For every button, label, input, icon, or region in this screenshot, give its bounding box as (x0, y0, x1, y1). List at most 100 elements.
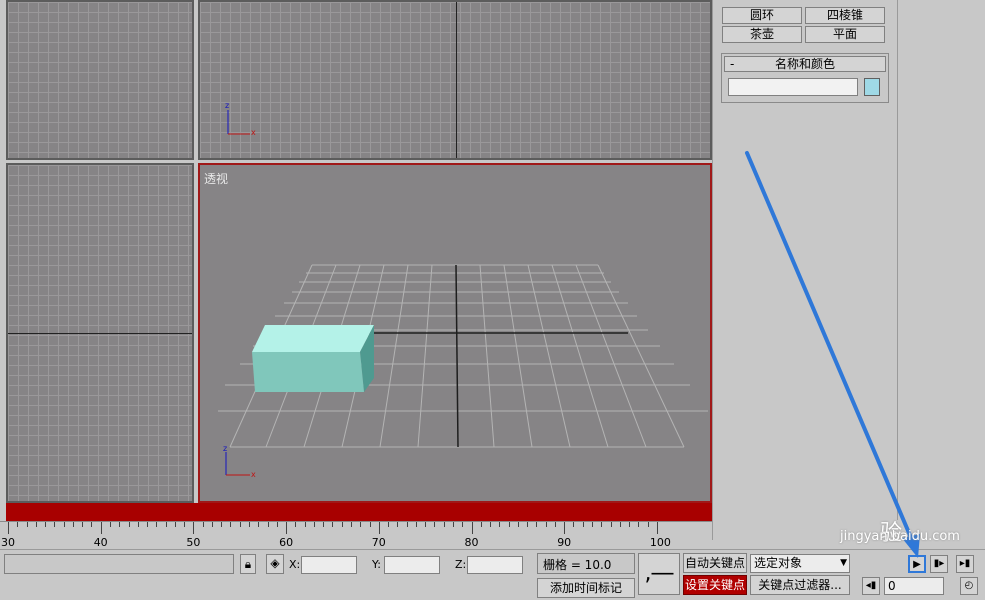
torus-button[interactable]: 圆环 (722, 7, 802, 24)
add-time-tag-button[interactable]: 添加时间标记 (537, 578, 635, 598)
trackbar-major-tick (378, 522, 380, 534)
axis-gizmo: z x (225, 101, 256, 137)
trackbar-minor-tick (156, 522, 158, 527)
trackbar-minor-tick (425, 522, 427, 527)
svg-text:z: z (223, 444, 227, 453)
selection-set-value: 选定对象 (754, 556, 803, 570)
trackbar-minor-tick (406, 522, 408, 527)
viewport-left[interactable] (6, 163, 194, 503)
viewport-center-axis (8, 333, 192, 334)
trackbar-major-tick (100, 522, 102, 534)
current-frame-field[interactable]: 0 (884, 577, 944, 595)
trackbar-major-tick (8, 522, 9, 534)
grid-readout: 栅格 = 10.0 (537, 553, 635, 574)
z-label: Z: (455, 558, 467, 571)
time-slider[interactable] (6, 503, 712, 521)
trackbar-minor-tick (165, 522, 167, 527)
box-object (252, 325, 374, 392)
current-frame-value: 0 (888, 579, 896, 593)
trackbar-minor-tick (341, 522, 343, 527)
trackbar-minor-tick (54, 522, 56, 527)
key-filters-button[interactable]: 关键点过滤器... (750, 575, 850, 595)
trackbar-minor-tick (45, 522, 47, 527)
y-coordinate-field[interactable] (384, 556, 440, 574)
trackbar-tick-label: 90 (557, 536, 572, 549)
object-color-swatch[interactable] (864, 78, 880, 96)
next-frame-button[interactable]: ▮▸ (930, 555, 948, 573)
trackbar-major-tick (286, 522, 288, 534)
trackbar-minor-tick (109, 522, 111, 527)
svg-text:x: x (251, 128, 256, 137)
trackbar-minor-tick (221, 522, 223, 527)
rollout-toggle[interactable]: - (730, 57, 734, 71)
trackbar-minor-tick (508, 522, 510, 527)
trackbar-minor-tick (239, 522, 241, 527)
trackbar-minor-tick (369, 522, 371, 527)
trackbar-minor-tick (63, 522, 65, 527)
viewport-top[interactable] (6, 0, 194, 160)
trackbar-minor-tick (184, 522, 186, 527)
trackbar-minor-tick (313, 522, 315, 527)
trackbar-minor-tick (332, 522, 334, 527)
teapot-button[interactable]: 茶壶 (722, 26, 802, 43)
viewport-front[interactable]: z x (198, 0, 712, 160)
play-icon: ▶ (913, 559, 921, 570)
selection-set-dropdown[interactable]: 选定对象 ▼ (750, 554, 850, 573)
trackbar-minor-tick (517, 522, 519, 527)
x-coordinate-field[interactable] (301, 556, 357, 574)
trackbar-minor-tick (554, 522, 556, 527)
svg-text:z: z (225, 101, 229, 110)
dropdown-arrow-icon: ▼ (840, 558, 847, 568)
set-key-label: 设置关键点 (684, 578, 745, 592)
trackbar-minor-tick (119, 522, 121, 527)
trackbar-minor-tick (480, 522, 482, 527)
time-config-icon: ◴ (964, 580, 974, 591)
trackbar-tick-label: 40 (93, 536, 108, 549)
trackbar-minor-tick (573, 522, 575, 527)
trackbar-minor-tick (147, 522, 149, 527)
time-configuration-button[interactable]: ◴ (960, 577, 978, 595)
trackbar-tick-label: 50 (186, 536, 201, 549)
set-key-mode-button[interactable]: ,― (638, 553, 680, 595)
trackbar-minor-tick (249, 522, 251, 527)
play-button[interactable]: ▶ (908, 555, 926, 573)
trackbar-tick-label: 70 (371, 536, 386, 549)
trackbar-tick-label: 80 (464, 536, 479, 549)
y-label: Y: (372, 558, 381, 571)
absolute-mode-button[interactable]: ◈ (266, 554, 284, 574)
rollout-header[interactable]: - 名称和颜色 (724, 56, 886, 72)
auto-key-button[interactable]: 自动关键点 (683, 553, 747, 573)
plane-button[interactable]: 平面 (805, 26, 885, 43)
trackbar-minor-tick (582, 522, 584, 527)
next-frame-icon: ▮▸ (933, 558, 945, 569)
transform-mode-icon: ◈ (270, 556, 280, 570)
object-name-input[interactable] (728, 78, 858, 96)
name-color-rollout: - 名称和颜色 (721, 53, 889, 103)
svg-text:x: x (251, 470, 256, 479)
trackbar-minor-tick (202, 522, 204, 527)
go-to-end-icon: ▸▮ (959, 558, 971, 569)
trackbar-minor-tick (17, 522, 19, 527)
prompt-line (4, 554, 234, 574)
trackbar-minor-tick (211, 522, 213, 527)
viewport-perspective[interactable]: 透视 z x (198, 163, 712, 503)
trackbar-minor-tick (397, 522, 399, 527)
trackbar-minor-tick (499, 522, 501, 527)
trackbar-minor-tick (490, 522, 492, 527)
go-to-end-button[interactable]: ▸▮ (956, 555, 974, 573)
trackbar-minor-tick (304, 522, 306, 527)
trackbar-minor-tick (610, 522, 612, 527)
z-coordinate-field[interactable] (467, 556, 523, 574)
pyramid-button[interactable]: 四棱锥 (805, 7, 885, 24)
trackbar-minor-tick (295, 522, 297, 527)
trackbar-minor-tick (350, 522, 352, 527)
set-key-button[interactable]: 设置关键点 (683, 575, 747, 595)
trackbar-minor-tick (276, 522, 278, 527)
watermark-text: jingyan.baidu.com (840, 529, 960, 544)
key-mode-toggle[interactable]: ◂▮ (862, 577, 880, 595)
trackbar-minor-tick (462, 522, 464, 527)
trackbar[interactable]: 30 40 50 60 70 80 90 100 (0, 521, 712, 550)
trackbar-minor-tick (137, 522, 139, 527)
trackbar-minor-tick (638, 522, 640, 527)
lock-selection-button[interactable]: 🔒︎ (240, 554, 256, 574)
